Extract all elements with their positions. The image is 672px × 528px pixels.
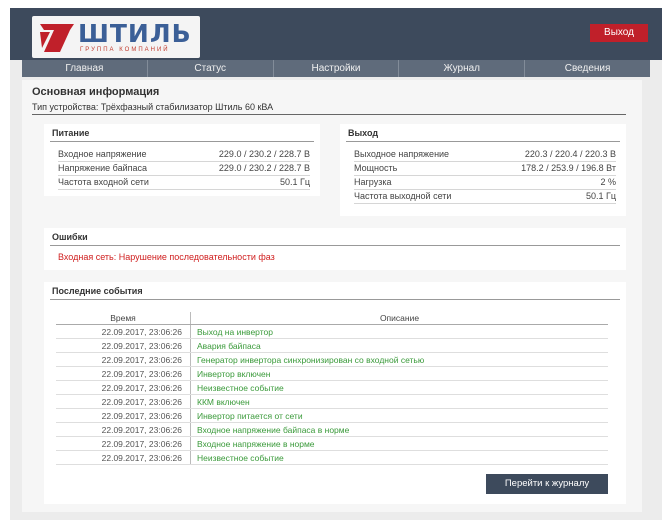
output-row-label: Мощность (354, 163, 398, 173)
divider (50, 299, 620, 300)
event-time: 22.09.2017, 23:06:26 (56, 408, 191, 423)
event-time: 22.09.2017, 23:06:26 (56, 422, 191, 437)
errors-panel-title: Ошибки (52, 232, 88, 242)
divider (50, 141, 314, 142)
event-time: 22.09.2017, 23:06:26 (56, 450, 191, 465)
divider (346, 141, 620, 142)
events-table: Время Описание 22.09.2017, 23:06:26 Выход… (56, 312, 608, 465)
table-row: 22.09.2017, 23:06:26 ККМ включен (56, 394, 608, 409)
event-time: 22.09.2017, 23:06:26 (56, 436, 191, 451)
table-row: 22.09.2017, 23:06:26 Авария байпаса (56, 338, 608, 353)
table-row: 22.09.2017, 23:06:26 Неизвестное событие (56, 380, 608, 395)
power-row-label: Частота входной сети (58, 177, 149, 187)
go-to-journal-button[interactable]: Перейти к журналу (486, 474, 608, 494)
output-row-label: Нагрузка (354, 177, 392, 187)
nav-item-home[interactable]: Главная (22, 60, 148, 77)
header-bar: ШТИЛЬ ГРУППА КОМПАНИЙ Выход (10, 8, 662, 60)
power-row-value: 50.1 Гц (279, 177, 310, 187)
power-row-value: 229.0 / 230.2 / 228.7 В (218, 163, 310, 173)
event-description: Неизвестное событие (190, 450, 608, 465)
errors-panel: Ошибки Входная сеть: Нарушение последова… (44, 228, 626, 270)
error-message: Входная сеть: Нарушение последовательнос… (58, 252, 275, 262)
divider (32, 114, 626, 115)
power-row: Частота входной сети 50.1 Гц (58, 176, 310, 190)
power-row-label: Входное напряжение (58, 149, 147, 159)
event-description: Неизвестное событие (190, 380, 608, 395)
events-panel-title: Последние события (52, 286, 143, 296)
shtil-logo-icon (40, 24, 74, 52)
output-row-label: Частота выходной сети (354, 191, 452, 201)
table-row: 22.09.2017, 23:06:26 Генератор инвертора … (56, 352, 608, 367)
main-content: Основная информация Тип устройства: Трёх… (22, 80, 642, 512)
event-description: Инвертор включен (190, 366, 608, 381)
output-row: Частота выходной сети 50.1 Гц (354, 190, 616, 204)
event-time: 22.09.2017, 23:06:26 (56, 366, 191, 381)
logo[interactable]: ШТИЛЬ ГРУППА КОМПАНИЙ (32, 16, 200, 58)
table-row: 22.09.2017, 23:06:26 Выход на инвертор (56, 324, 608, 339)
output-row-value: 178.2 / 253.9 / 196.8 Вт (521, 163, 616, 173)
table-header-row: Время Описание (56, 312, 608, 325)
nav-item-info[interactable]: Сведения (525, 60, 650, 77)
event-description: Входное напряжение в норме (190, 436, 608, 451)
output-row: Нагрузка 2 % (354, 176, 616, 190)
power-panel-title: Питание (52, 128, 90, 138)
output-row-value: 220.3 / 220.4 / 220.3 В (524, 149, 616, 159)
event-time: 22.09.2017, 23:06:26 (56, 338, 191, 353)
event-time: 22.09.2017, 23:06:26 (56, 394, 191, 409)
output-row: Мощность 178.2 / 253.9 / 196.8 Вт (354, 162, 616, 176)
event-description: ККМ включен (190, 394, 608, 409)
divider (50, 245, 620, 246)
nav-item-journal[interactable]: Журнал (399, 60, 526, 77)
table-row: 22.09.2017, 23:06:26 Входное напряжение б… (56, 422, 608, 437)
output-row-value: 50.1 Гц (585, 191, 616, 201)
device-type: Тип устройства: Трёхфазный стабилизатор … (32, 102, 274, 112)
event-description: Входное напряжение байпаса в норме (190, 422, 608, 437)
event-time: 22.09.2017, 23:06:26 (56, 352, 191, 367)
power-row-value: 229.0 / 230.2 / 228.7 В (218, 149, 310, 159)
event-description: Авария байпаса (190, 338, 608, 353)
power-row-label: Напряжение байпаса (58, 163, 148, 173)
power-row: Напряжение байпаса 229.0 / 230.2 / 228.7… (58, 162, 310, 176)
events-panel: Последние события Время Описание 22.09.2… (44, 282, 626, 504)
exit-button[interactable]: Выход (590, 24, 648, 42)
power-panel: Питание Входное напряжение 229.0 / 230.2… (44, 124, 320, 196)
event-description: Выход на инвертор (190, 324, 608, 339)
output-panel: Выход Выходное напряжение 220.3 / 220.4 … (340, 124, 626, 216)
power-row: Входное напряжение 229.0 / 230.2 / 228.7… (58, 148, 310, 162)
page-title: Основная информация (32, 86, 160, 98)
main-nav: Главная Статус Настройки Журнал Сведения (22, 60, 650, 77)
table-row: 22.09.2017, 23:06:26 Инвертор включен (56, 366, 608, 381)
table-row: 22.09.2017, 23:06:26 Неизвестное событие (56, 450, 608, 465)
nav-item-settings[interactable]: Настройки (274, 60, 400, 77)
logo-text: ШТИЛЬ (78, 19, 192, 48)
output-row-label: Выходное напряжение (354, 149, 450, 159)
column-header-description: Описание (190, 312, 608, 325)
table-row: 22.09.2017, 23:06:26 Инвертор питается от… (56, 408, 608, 423)
column-header-time: Время (56, 312, 191, 325)
event-description: Инвертор питается от сети (190, 408, 608, 423)
event-time: 22.09.2017, 23:06:26 (56, 380, 191, 395)
event-description: Генератор инвертора синхронизирован со в… (190, 352, 608, 367)
output-row: Выходное напряжение 220.3 / 220.4 / 220.… (354, 148, 616, 162)
output-panel-title: Выход (348, 128, 379, 138)
event-time: 22.09.2017, 23:06:26 (56, 324, 191, 339)
nav-item-status[interactable]: Статус (148, 60, 274, 77)
logo-subtitle: ГРУППА КОМПАНИЙ (80, 47, 170, 53)
output-row-value: 2 % (600, 177, 616, 187)
table-row: 22.09.2017, 23:06:26 Входное напряжение в… (56, 436, 608, 451)
